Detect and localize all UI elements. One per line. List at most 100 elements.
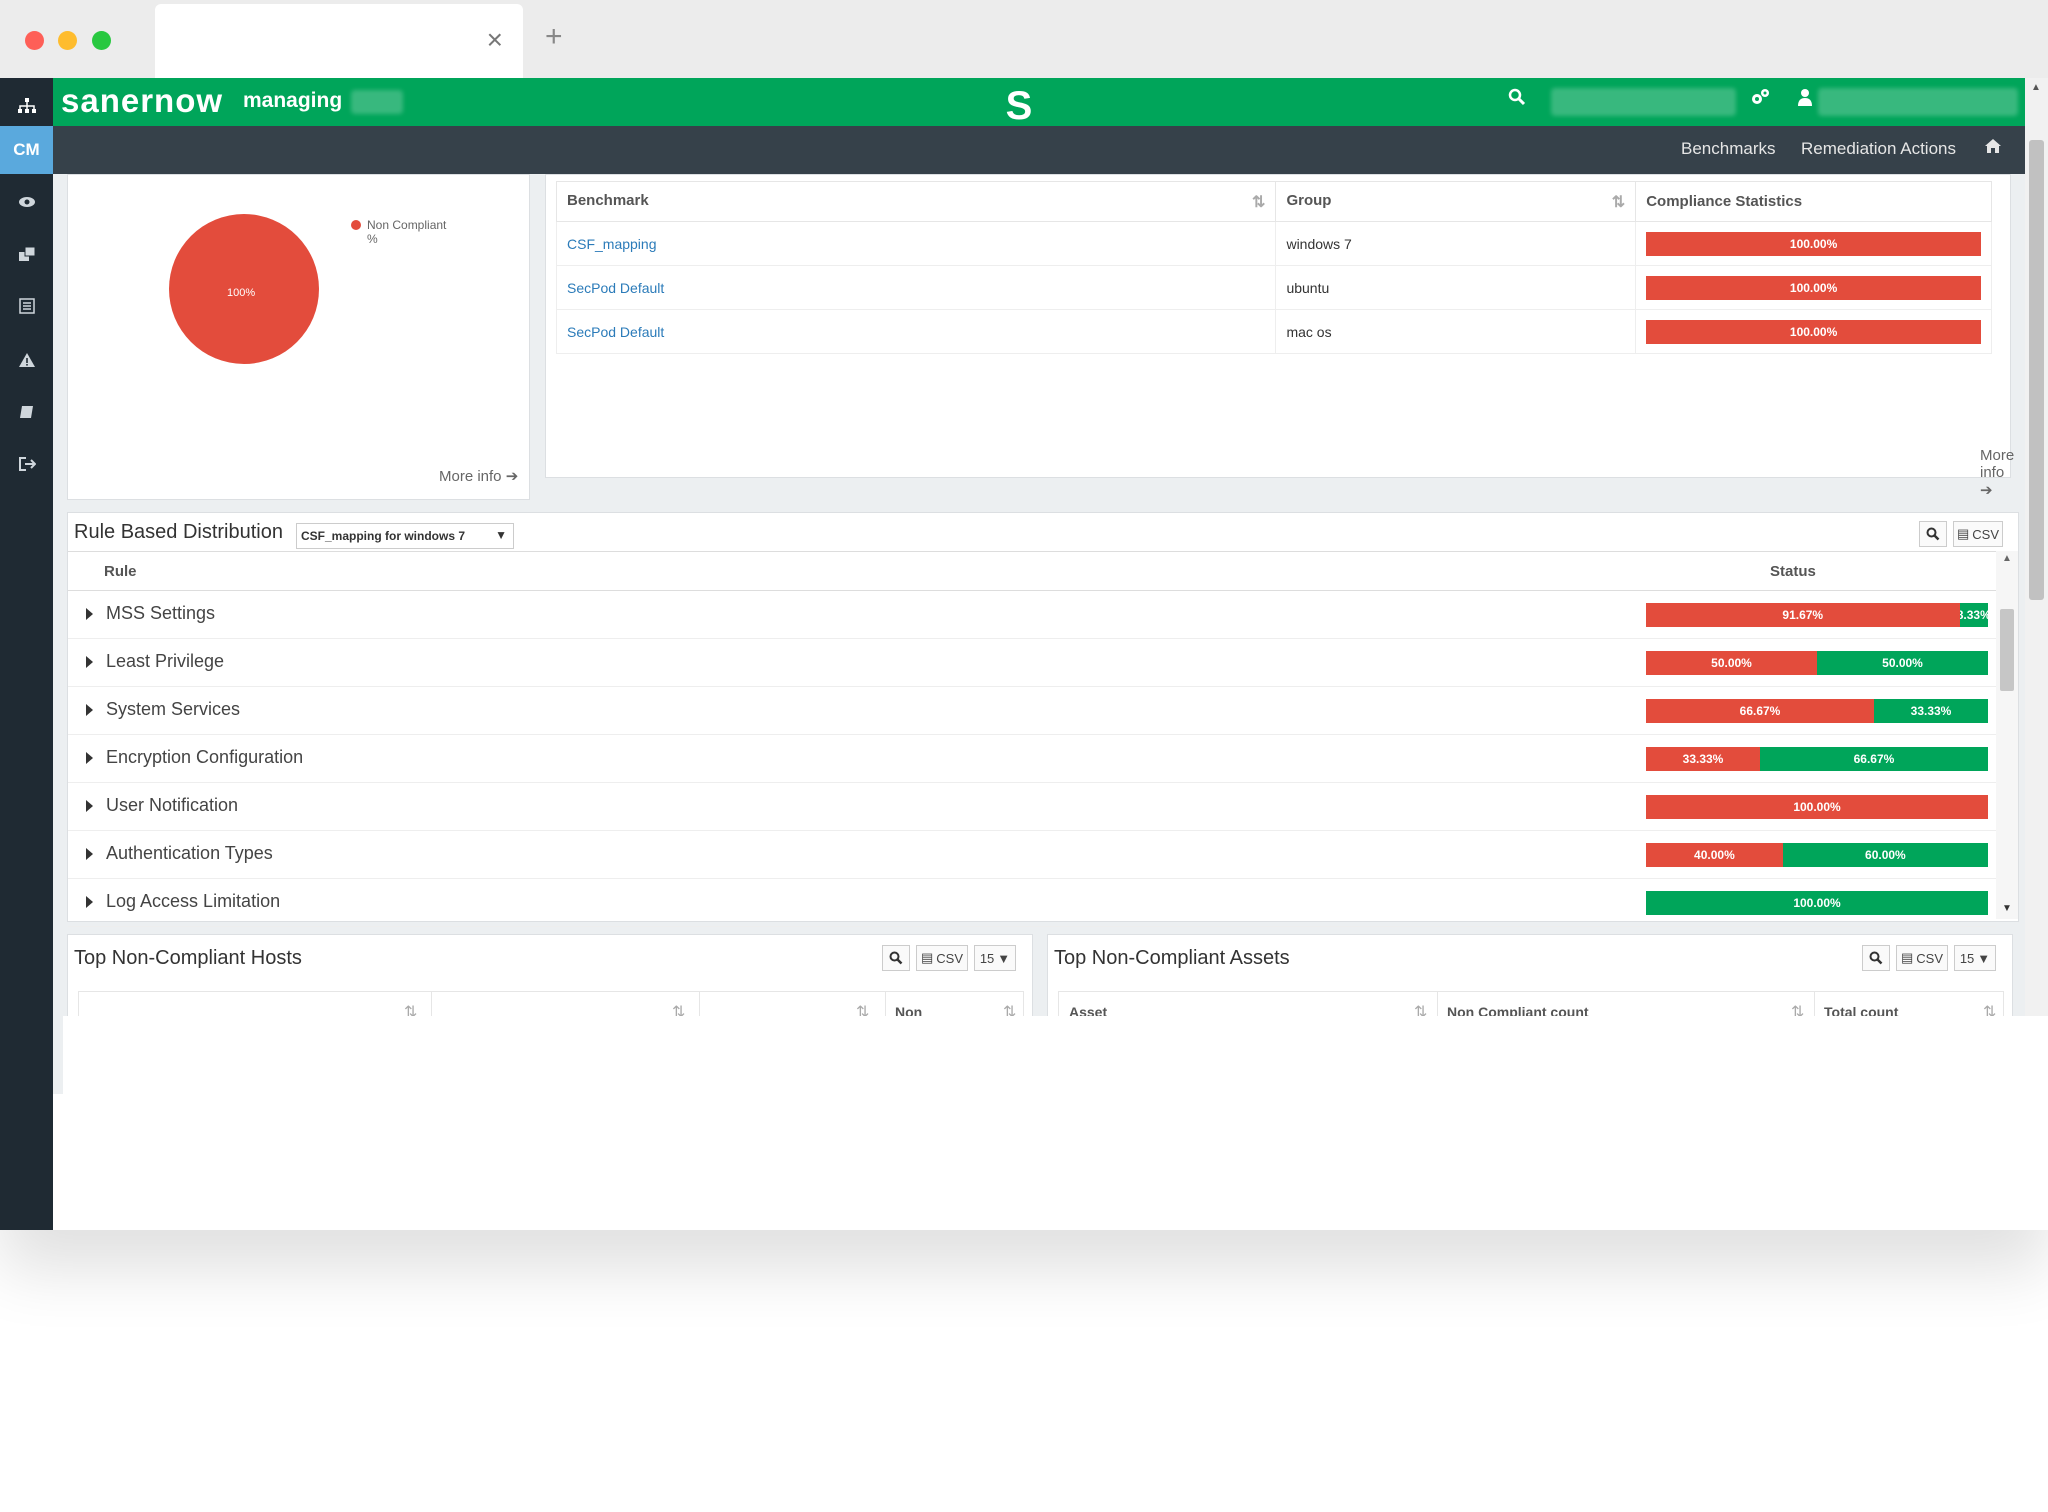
assets-csv-button[interactable]: ▤ CSV (1896, 945, 1948, 971)
benchmark-link[interactable]: SecPod Default (567, 280, 664, 296)
non-compliant-segment[interactable]: 40.00% (1646, 843, 1783, 867)
page-scrollbar[interactable]: ▲ ▼ (2025, 78, 2048, 1094)
caret-right-icon[interactable] (86, 896, 93, 908)
status-bar[interactable]: 100.00% (1646, 891, 1988, 915)
scroll-up-icon[interactable]: ▲ (2002, 553, 2012, 564)
settings-icon[interactable] (1750, 88, 1770, 112)
browser-tab[interactable]: × (155, 4, 523, 78)
nav-remediation-actions[interactable]: Remediation Actions (1801, 139, 1956, 159)
status-bar[interactable]: 33.33% 66.67% (1646, 747, 1988, 771)
document-icon: ▤ (920, 950, 934, 965)
site-selector-redacted[interactable] (1551, 88, 1736, 116)
assets-search-button[interactable] (1862, 945, 1890, 971)
eye-icon[interactable] (0, 182, 53, 222)
compliant-segment[interactable]: 66.67% (1759, 747, 1988, 771)
compliant-segment[interactable]: 60.00% (1782, 843, 1988, 867)
search-button[interactable] (1919, 521, 1947, 547)
hosts-page-size-select[interactable]: 15 ▼ (974, 945, 1016, 971)
non-compliant-segment[interactable]: 100.00% (1646, 795, 1988, 819)
scroll-up-icon[interactable]: ▲ (2031, 82, 2041, 93)
home-icon[interactable] (1984, 138, 2002, 159)
book-icon[interactable] (0, 392, 53, 432)
caret-right-icon[interactable] (86, 608, 93, 620)
assets-page-size-select[interactable]: 15 ▼ (1954, 945, 1996, 971)
page-size-value: 15 (1959, 950, 1975, 966)
nav-benchmarks[interactable]: Benchmarks (1681, 139, 1775, 159)
group-cell: ubuntu (1275, 265, 1637, 310)
compliance-bar[interactable]: 100.00% (1646, 275, 1981, 300)
chevron-down-icon: ▼ (495, 528, 507, 542)
sitemap-icon[interactable] (0, 86, 53, 126)
rule-name: Authentication Types (106, 843, 273, 863)
status-bar[interactable]: 66.67% 33.33% (1646, 699, 1988, 723)
chevron-down-icon: ▼ (997, 950, 1011, 966)
new-tab-button[interactable]: + (545, 22, 563, 52)
col-benchmark[interactable]: Benchmark ⇅ (555, 181, 1277, 222)
search-icon (889, 951, 903, 965)
status-bar[interactable]: 40.00% 60.00% (1646, 843, 1988, 867)
logout-icon[interactable] (0, 444, 53, 484)
non-compliant-segment[interactable]: 50.00% (1646, 651, 1817, 675)
user-name-redacted[interactable] (1818, 88, 2018, 116)
hosts-search-button[interactable] (882, 945, 910, 971)
csv-label: CSV (1916, 950, 1944, 966)
status-bar[interactable]: 91.67%8.33% (1646, 603, 1988, 627)
maximize-window-button[interactable] (92, 31, 111, 50)
status-bar[interactable]: 100.00% (1646, 795, 1988, 819)
non-compliant-segment[interactable]: 66.67% (1646, 699, 1874, 723)
more-info-text: More info (439, 468, 502, 485)
minimize-window-button[interactable] (58, 31, 77, 50)
scroll-down-icon[interactable]: ▼ (2002, 903, 2012, 914)
caret-right-icon[interactable] (86, 752, 93, 764)
list-icon[interactable] (0, 286, 53, 326)
rule-row[interactable]: MSS Settings 91.67%8.33% (68, 591, 1996, 639)
col-rule: Rule (104, 563, 137, 580)
compliant-segment[interactable]: 8.33% (1959, 603, 1988, 627)
rule-row[interactable]: Least Privilege 50.00% 50.00% (68, 639, 1996, 687)
more-info-link[interactable]: More info ➔ (1980, 447, 2014, 499)
hosts-csv-button[interactable]: ▤ CSV (916, 945, 968, 971)
sort-icon[interactable]: ⇅ (1612, 192, 1625, 212)
document-icon: ▤ (1900, 950, 1914, 965)
rule-row[interactable]: Encryption Configuration 33.33% 66.67% (68, 735, 1996, 783)
warning-icon[interactable] (0, 340, 53, 380)
status-bar[interactable]: 50.00% 50.00% (1646, 651, 1988, 675)
rule-row[interactable]: Authentication Types 40.00% 60.00% (68, 831, 1996, 879)
rule-row[interactable]: Log Access Limitation 100.00% (68, 879, 1996, 927)
caret-right-icon[interactable] (86, 800, 93, 812)
close-window-button[interactable] (25, 31, 44, 50)
search-icon[interactable] (1508, 88, 1526, 112)
user-icon[interactable] (1798, 88, 1812, 112)
compliant-segment[interactable]: 100.00% (1646, 891, 1988, 915)
compliance-bar[interactable]: 100.00% (1646, 319, 1981, 344)
benchmark-link[interactable]: CSF_mapping (567, 236, 657, 252)
caret-right-icon[interactable] (86, 656, 93, 668)
compliant-segment[interactable]: 50.00% (1817, 651, 1988, 675)
rule-row[interactable]: System Services 66.67% 33.33% (68, 687, 1996, 735)
sidebar-item-cm[interactable]: CM (0, 126, 53, 174)
circle-arrow-icon: ➔ (505, 468, 519, 485)
benchmark-select-value: CSF_mapping for windows 7 (301, 529, 466, 543)
caret-right-icon[interactable] (86, 848, 93, 860)
non-compliant-segment[interactable]: 33.33% (1646, 747, 1760, 771)
compliance-bar[interactable]: 100.00% (1646, 231, 1981, 256)
col-group[interactable]: Group ⇅ (1275, 181, 1637, 222)
csv-export-button[interactable]: ▤ CSV (1953, 521, 2003, 547)
sort-icon[interactable]: ⇅ (1252, 192, 1265, 212)
tab-close-icon[interactable]: × (487, 26, 503, 54)
page-scroll-thumb[interactable] (2029, 140, 2044, 600)
brand-logo[interactable]: sanernow (61, 82, 223, 120)
benchmark-link[interactable]: SecPod Default (567, 324, 664, 340)
benchmark-select[interactable]: CSF_mapping for windows 7 ▼ (296, 523, 514, 549)
group-cell: windows 7 (1275, 221, 1637, 266)
table-row: SecPod Default mac os 100.00% (555, 309, 1992, 354)
rules-scrollbar[interactable]: ▲ ▼ (1996, 551, 2018, 919)
more-info-link[interactable]: More info ➔ (439, 467, 518, 485)
hosts-title: Top Non-Compliant Hosts (74, 947, 302, 969)
compliant-segment[interactable]: 33.33% (1874, 699, 1988, 723)
rule-row[interactable]: User Notification 100.00% (68, 783, 1996, 831)
caret-right-icon[interactable] (86, 704, 93, 716)
assets-icon[interactable] (0, 234, 53, 274)
non-compliant-segment[interactable]: 91.67% (1646, 603, 1960, 627)
rules-scroll-thumb[interactable] (2000, 609, 2014, 691)
